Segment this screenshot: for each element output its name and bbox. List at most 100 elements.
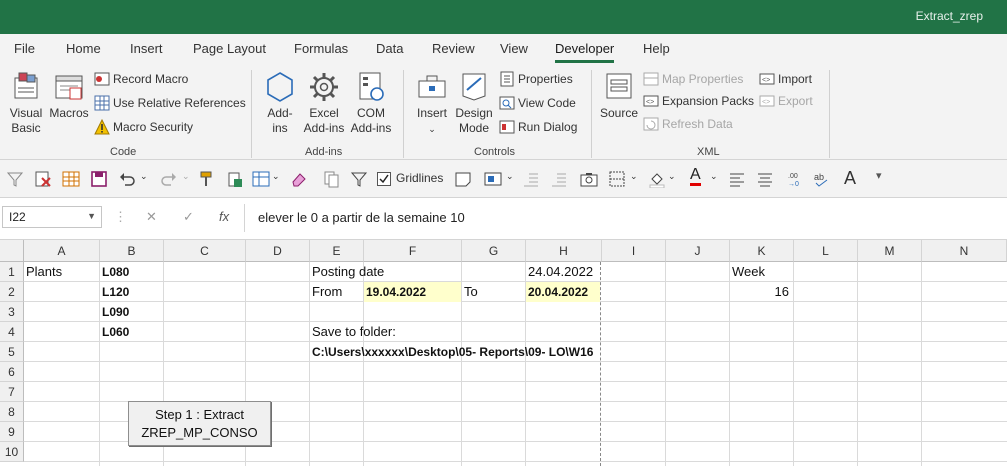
borders-icon[interactable] <box>608 170 626 188</box>
undo-icon[interactable] <box>118 170 136 188</box>
column-header-j[interactable]: J <box>666 240 730 262</box>
row-header-5[interactable]: 5 <box>0 342 24 362</box>
column-header-m[interactable]: M <box>858 240 922 262</box>
font-color-icon[interactable]: A <box>690 167 701 186</box>
map-properties-button[interactable]: Map Properties <box>643 69 743 89</box>
row-header-7[interactable]: 7 <box>0 382 24 402</box>
spelling-icon[interactable]: ab <box>812 170 830 188</box>
run-dialog-button[interactable]: Run Dialog <box>499 117 577 137</box>
row-header-10[interactable]: 10 <box>0 442 24 462</box>
insert-cells-dropdown-icon[interactable]: ⌄ <box>272 171 280 182</box>
redo-icon[interactable] <box>160 170 178 188</box>
font-size-icon[interactable]: A <box>844 168 856 189</box>
column-header-n[interactable]: N <box>922 240 1007 262</box>
tab-insert[interactable]: Insert <box>130 41 163 56</box>
insert-control-button[interactable]: Insert ⌄ <box>412 70 452 137</box>
xml-export-button[interactable]: <> Export <box>759 91 813 111</box>
image-icon[interactable] <box>484 170 502 188</box>
cell-b2[interactable]: L120 <box>100 282 163 302</box>
column-header-c[interactable]: C <box>164 240 246 262</box>
xml-import-button[interactable]: <> Import <box>759 69 812 89</box>
tab-view[interactable]: View <box>500 41 528 56</box>
select-all-corner[interactable] <box>0 240 24 262</box>
cell-b4[interactable]: L060 <box>100 322 163 342</box>
insert-function-icon[interactable]: fx <box>219 209 229 224</box>
design-mode-button[interactable]: Design Mode <box>454 70 494 136</box>
redo-dropdown-icon[interactable]: ⌄ <box>182 171 190 182</box>
row-header-4[interactable]: 4 <box>0 322 24 342</box>
increase-indent-icon[interactable] <box>550 170 568 188</box>
borders-dropdown-icon[interactable]: ⌄ <box>630 171 638 182</box>
excel-addins-button[interactable]: Excel Add-ins <box>301 70 347 136</box>
tab-page-layout[interactable]: Page Layout <box>193 41 266 56</box>
row-header-2[interactable]: 2 <box>0 282 24 302</box>
cell-e1[interactable]: Posting date <box>310 262 384 282</box>
name-box[interactable]: I22 ▼ <box>2 206 102 228</box>
align-left-icon[interactable] <box>728 170 746 188</box>
tab-home[interactable]: Home <box>66 41 101 56</box>
cell-k2[interactable]: 16 <box>730 282 792 302</box>
font-color-dropdown-icon[interactable]: ⌄ <box>710 171 718 182</box>
decrease-indent-icon[interactable] <box>522 170 540 188</box>
cell-h2[interactable]: 20.04.2022 <box>526 282 600 302</box>
refresh-data-button[interactable]: Refresh Data <box>643 114 733 134</box>
row-header-8[interactable]: 8 <box>0 402 24 422</box>
copy-icon[interactable] <box>322 170 340 188</box>
delete-sheet-icon[interactable] <box>34 170 52 188</box>
camera-icon[interactable] <box>580 170 598 188</box>
cell-a1[interactable]: Plants <box>24 262 99 282</box>
sticky-note-icon[interactable] <box>454 170 472 188</box>
clear-filter-icon[interactable] <box>6 170 24 188</box>
row-header-9[interactable]: 9 <box>0 422 24 442</box>
insert-cells-icon[interactable] <box>252 170 270 188</box>
cell-b3[interactable]: L090 <box>100 302 163 322</box>
column-header-e[interactable]: E <box>310 240 364 262</box>
tab-review[interactable]: Review <box>432 41 475 56</box>
enter-icon[interactable]: ✓ <box>183 209 194 225</box>
column-header-a[interactable]: A <box>24 240 100 262</box>
decimal-icon[interactable]: .00→0 <box>784 170 802 188</box>
format-painter-icon[interactable] <box>198 170 216 188</box>
filter-icon[interactable] <box>350 170 368 188</box>
tab-file[interactable]: File <box>14 41 35 56</box>
use-relative-references-button[interactable]: Use Relative References <box>94 93 246 113</box>
name-box-dropdown-icon[interactable]: ▼ <box>87 211 96 221</box>
undo-dropdown-icon[interactable]: ⌄ <box>140 171 148 182</box>
save-icon[interactable] <box>90 170 108 188</box>
fill-color-dropdown-icon[interactable]: ⌄ <box>668 171 676 182</box>
xml-source-button[interactable]: Source <box>598 70 640 121</box>
row-header-3[interactable]: 3 <box>0 302 24 322</box>
com-addins-button[interactable]: COM Add-ins <box>348 70 394 136</box>
tab-help[interactable]: Help <box>643 41 670 56</box>
cell-g2[interactable]: To <box>462 282 525 302</box>
view-code-button[interactable]: View Code <box>499 93 576 113</box>
macro-security-button[interactable]: Macro Security <box>94 117 193 137</box>
column-header-d[interactable]: D <box>246 240 310 262</box>
expansion-packs-button[interactable]: <> Expansion Packs <box>643 91 754 111</box>
cell-e5[interactable]: C:\Users\xxxxxx\Desktop\05- Reports\09- … <box>310 342 593 362</box>
align-center-icon[interactable] <box>756 170 774 188</box>
eraser-icon[interactable] <box>290 170 308 188</box>
column-header-h[interactable]: H <box>526 240 602 262</box>
row-header-1[interactable]: 1 <box>0 262 24 282</box>
cell-h1[interactable]: 24.04.2022 <box>526 262 601 282</box>
formula-bar-more-icon[interactable]: ⋮ <box>114 209 127 225</box>
paste-values-icon[interactable] <box>226 170 244 188</box>
cell-b1[interactable]: L080 <box>100 262 163 282</box>
cell-e4[interactable]: Save to folder: <box>310 322 396 342</box>
image-dropdown-icon[interactable]: ⌄ <box>506 171 514 182</box>
row-header-6[interactable]: 6 <box>0 362 24 382</box>
customize-toolbar-dropdown-icon[interactable]: ▾ <box>876 169 882 182</box>
column-header-i[interactable]: I <box>602 240 666 262</box>
cell-k1[interactable]: Week <box>730 262 793 282</box>
macros-button[interactable]: Macros <box>48 70 90 121</box>
cell-f2[interactable]: 19.04.2022 <box>364 282 461 302</box>
fill-color-icon[interactable] <box>648 170 666 188</box>
addins-button[interactable]: Add- ins <box>262 70 298 136</box>
properties-button[interactable]: Properties <box>499 69 573 89</box>
tab-data[interactable]: Data <box>376 41 403 56</box>
column-header-f[interactable]: F <box>364 240 462 262</box>
visual-basic-button[interactable]: Visual Basic <box>6 70 46 136</box>
worksheet-grid[interactable]: A B C D E F G H I J K L M N 1 2 3 4 5 6 … <box>0 240 1007 466</box>
formula-content[interactable]: elever le 0 a partir de la semaine 10 <box>258 210 465 225</box>
